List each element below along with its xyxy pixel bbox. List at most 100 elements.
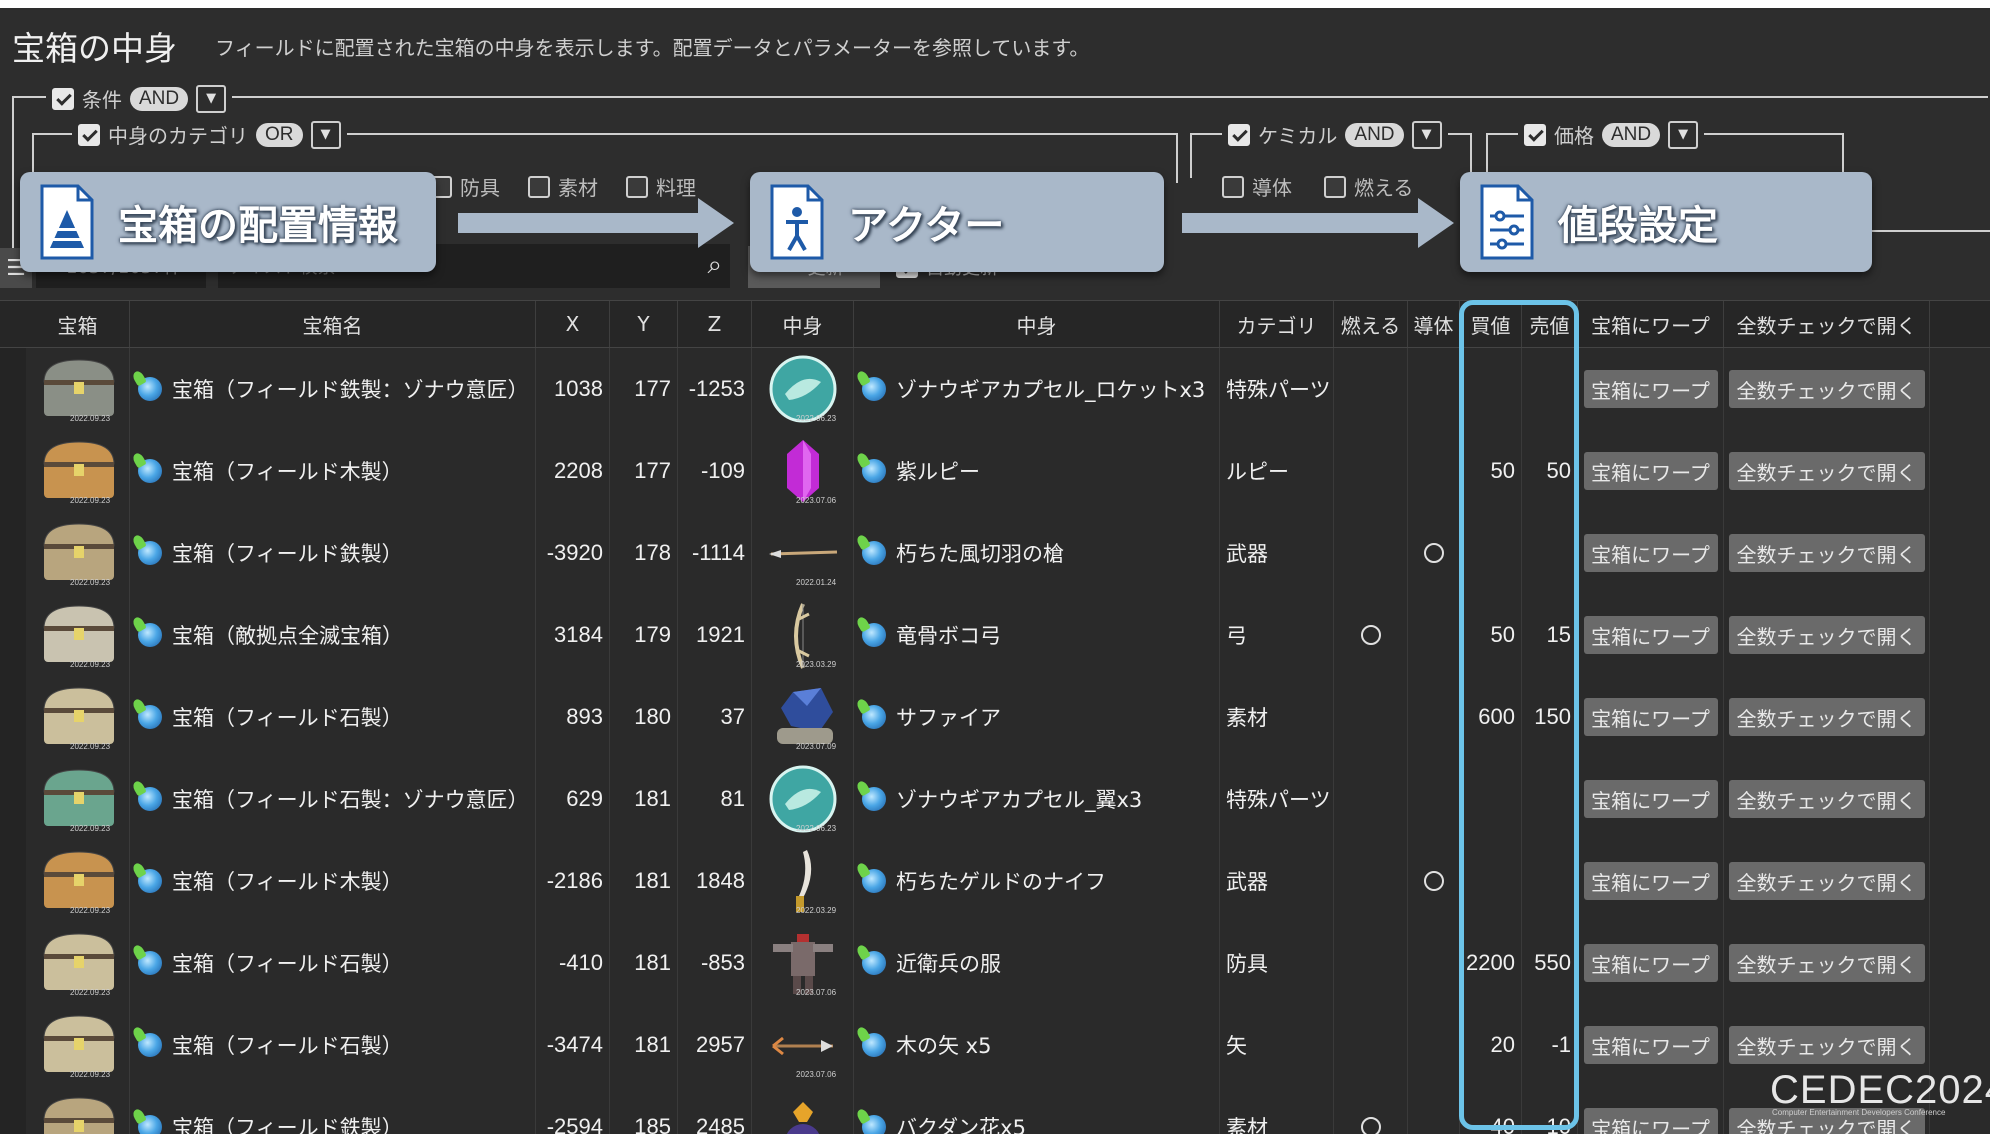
col-z[interactable]: Z: [678, 301, 752, 347]
col-burns[interactable]: 燃える: [1334, 301, 1408, 347]
burns-mark: [1360, 1117, 1381, 1134]
z-cell: 2957: [678, 1004, 752, 1086]
chemical-checkbox[interactable]: [1228, 123, 1250, 146]
table-row[interactable]: 2022.09.23 宝箱（フィールド石製） -3474 181 2957 20…: [0, 1004, 1990, 1087]
treasure-chest-icon: [43, 441, 115, 498]
col-open[interactable]: 全数チェックで開く: [1724, 301, 1930, 347]
y-cell: 181: [610, 1004, 678, 1086]
search-icon[interactable]: ⌕: [707, 250, 722, 281]
chest-thumbnail-cell: 2022.09.23: [26, 512, 130, 594]
category-checkbox[interactable]: [78, 123, 100, 146]
col-chest[interactable]: 宝箱: [26, 301, 130, 347]
open-all-check-button[interactable]: 全数チェックで開く: [1728, 944, 1925, 982]
col-content[interactable]: 中身: [854, 301, 1220, 347]
warp-button[interactable]: 宝箱にワープ: [1583, 370, 1718, 408]
warp-button[interactable]: 宝箱にワープ: [1583, 534, 1718, 572]
col-category[interactable]: カテゴリ: [1220, 301, 1334, 347]
actor-gem-icon: [862, 623, 886, 647]
col-sell[interactable]: 売値: [1522, 301, 1578, 347]
table-row[interactable]: 2022.09.23 宝箱（敵拠点全滅宝箱） 3184 179 1921 202…: [0, 594, 1990, 677]
open-all-check-button[interactable]: 全数チェックで開く: [1728, 780, 1925, 818]
warp-cell: 宝箱にワープ: [1578, 348, 1724, 430]
filter-frame: [12, 96, 1988, 98]
price-checkbox[interactable]: [1524, 123, 1546, 146]
table-row[interactable]: 2022.09.23 宝箱（フィールド石製） -410 181 -853 202…: [0, 922, 1990, 1005]
chest-thumb-date: 2022.09.23: [70, 742, 111, 751]
y-cell: 181: [610, 922, 678, 1004]
warp-button[interactable]: 宝箱にワープ: [1583, 780, 1718, 818]
price-mode-badge[interactable]: AND: [1602, 122, 1661, 147]
warp-button[interactable]: 宝箱にワープ: [1583, 698, 1718, 736]
content-thumbnail-cell: 2022.01.24: [752, 512, 854, 594]
content-name-cell: ゾナウギアカプセル_ロケットx3: [854, 348, 1220, 430]
sell-price-cell: 15: [1522, 594, 1578, 676]
sell-price-cell: [1522, 348, 1578, 430]
content-thumb-date: 2022.03.29: [796, 906, 837, 915]
open-all-check-button[interactable]: 全数チェックで開く: [1728, 452, 1925, 490]
table-row[interactable]: 2022.09.23 宝箱（フィールド鉄製：ゾナウ意匠） 1038 177 -1…: [0, 348, 1990, 431]
row-handle: [0, 758, 26, 840]
treasure-chest-icon: [43, 605, 115, 662]
table-row[interactable]: 2022.09.23 宝箱（フィールド石製） 893 180 37 2023.0…: [0, 676, 1990, 759]
warp-button[interactable]: 宝箱にワープ: [1583, 1026, 1718, 1064]
col-buy[interactable]: 買値: [1460, 301, 1522, 347]
content-thumbnail-cell: 2022.06.23: [752, 758, 854, 840]
category-dropdown-button[interactable]: ▼: [310, 120, 341, 149]
col-conductor[interactable]: 導体: [1408, 301, 1460, 347]
open-cell: 全数チェックで開く: [1724, 348, 1930, 430]
warp-button[interactable]: 宝箱にワープ: [1583, 1108, 1718, 1134]
col-content-thumb[interactable]: 中身: [752, 301, 854, 347]
col-x[interactable]: X: [536, 301, 610, 347]
col-warp[interactable]: 宝箱にワープ: [1578, 301, 1724, 347]
burns-cell: [1334, 348, 1408, 430]
burns-mark: [1360, 625, 1381, 645]
actor-gem-icon: [138, 869, 162, 893]
open-all-check-button[interactable]: 全数チェックで開く: [1728, 370, 1925, 408]
row-handle: [0, 1086, 26, 1134]
option-material-checkbox[interactable]: [528, 175, 550, 198]
open-all-check-button[interactable]: 全数チェックで開く: [1728, 862, 1925, 900]
treasure-chest-icon: [43, 687, 115, 744]
content-name-cell: 近衛兵の服: [854, 922, 1220, 1004]
conductor-cell: [1408, 1004, 1460, 1086]
buy-price-cell: 50: [1460, 430, 1522, 512]
category-mode-badge[interactable]: OR: [256, 122, 303, 147]
condition-checkbox[interactable]: [52, 87, 74, 110]
open-all-check-button[interactable]: 全数チェックで開く: [1728, 534, 1925, 572]
category-cell: 武器: [1220, 840, 1334, 922]
buy-price-cell: 600: [1460, 676, 1522, 758]
open-all-check-button[interactable]: 全数チェックで開く: [1728, 616, 1925, 654]
burns-cell: [1334, 430, 1408, 512]
option-cooking-checkbox[interactable]: [626, 175, 648, 198]
actor-gem-icon: [862, 377, 886, 401]
table-row[interactable]: 2022.09.23 宝箱（フィールド鉄製） -2594 185 2485 バク…: [0, 1086, 1990, 1134]
open-all-check-button[interactable]: 全数チェックで開く: [1728, 698, 1925, 736]
option-burns-checkbox[interactable]: [1324, 175, 1346, 198]
category-cell: 素材: [1220, 676, 1334, 758]
chemical-mode-badge[interactable]: AND: [1345, 122, 1404, 147]
conductor-cell: [1408, 430, 1460, 512]
warp-button[interactable]: 宝箱にワープ: [1583, 616, 1718, 654]
actor-gem-icon: [862, 541, 886, 565]
price-dropdown-button[interactable]: ▼: [1668, 120, 1699, 149]
table-row[interactable]: 2022.09.23 宝箱（フィールド木製） 2208 177 -109 202…: [0, 430, 1990, 513]
chest-thumbnail-cell: 2022.09.23: [26, 430, 130, 512]
table-row[interactable]: 2022.09.23 宝箱（フィールド鉄製） -3920 178 -1114 2…: [0, 512, 1990, 595]
warp-button[interactable]: 宝箱にワープ: [1583, 944, 1718, 982]
warp-button[interactable]: 宝箱にワープ: [1583, 862, 1718, 900]
table-row[interactable]: 2022.09.23 宝箱（フィールド石製：ゾナウ意匠） 629 181 81 …: [0, 758, 1990, 841]
chest-thumbnail-cell: 2022.09.23: [26, 594, 130, 676]
chemical-dropdown-button[interactable]: ▼: [1411, 120, 1442, 149]
open-all-check-button[interactable]: 全数チェックで開く: [1728, 1026, 1925, 1064]
chest-name: 宝箱（フィールド石製：ゾナウ意匠）: [172, 788, 529, 812]
page-title: 宝箱の中身: [12, 29, 177, 68]
col-chest-name[interactable]: 宝箱名: [130, 301, 536, 347]
condition-mode-badge[interactable]: AND: [130, 86, 189, 111]
content-thumbnail-cell: 2022.03.29: [752, 840, 854, 922]
table-row[interactable]: 2022.09.23 宝箱（フィールド木製） -2186 181 1848 20…: [0, 840, 1990, 923]
condition-dropdown-button[interactable]: ▼: [196, 84, 227, 113]
option-conductor-checkbox[interactable]: [1222, 175, 1244, 198]
content-thumb-date: 2022.01.24: [796, 578, 837, 587]
warp-button[interactable]: 宝箱にワープ: [1583, 452, 1718, 490]
col-y[interactable]: Y: [610, 301, 678, 347]
